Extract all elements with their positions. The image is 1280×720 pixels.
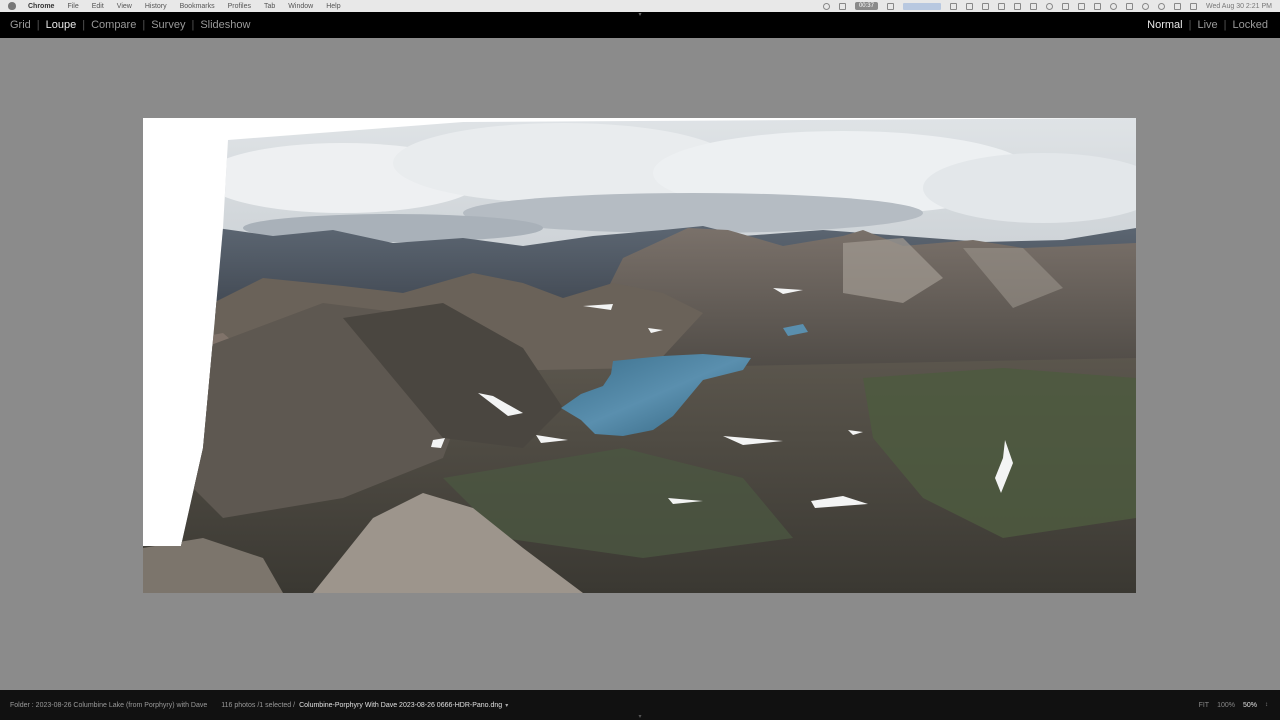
menubar-item-profiles[interactable]: Profiles xyxy=(228,3,251,10)
status-icon[interactable] xyxy=(822,2,830,10)
preview-mode-selector: Normal | Live | Locked xyxy=(1147,19,1280,31)
menubar-item-file[interactable]: File xyxy=(67,3,78,10)
view-mode-selector: Grid | Loupe | Compare | Survey | Slides… xyxy=(0,19,250,31)
divider: | xyxy=(82,19,86,31)
menubar-item-window[interactable]: Window xyxy=(288,3,313,10)
mode-locked[interactable]: Locked xyxy=(1233,19,1268,31)
divider: | xyxy=(191,19,195,31)
status-icon[interactable] xyxy=(1061,2,1069,10)
wifi-icon[interactable] xyxy=(1141,2,1149,10)
status-icon[interactable] xyxy=(1029,2,1037,10)
menubar-item-bookmarks[interactable]: Bookmarks xyxy=(180,3,215,10)
apple-icon[interactable] xyxy=(8,2,16,10)
panorama-image xyxy=(143,118,1136,593)
status-icon[interactable] xyxy=(886,2,894,10)
zoom-100[interactable]: 100% xyxy=(1217,702,1235,709)
status-icon[interactable] xyxy=(1093,2,1101,10)
divider: | xyxy=(142,19,146,31)
menubar-item-tab[interactable]: Tab xyxy=(264,3,275,10)
status-icon[interactable] xyxy=(997,2,1005,10)
status-icon[interactable] xyxy=(838,2,846,10)
status-icon[interactable] xyxy=(1109,2,1117,10)
zoom-fit[interactable]: FIT xyxy=(1199,702,1210,709)
control-center-icon[interactable] xyxy=(1189,2,1197,10)
view-grid[interactable]: Grid xyxy=(10,19,31,31)
search-icon[interactable] xyxy=(1157,2,1165,10)
menubar-right: 00:37 Wed Aug 30 2:21 PM xyxy=(822,2,1280,10)
view-compare[interactable]: Compare xyxy=(91,19,136,31)
battery-icon[interactable] xyxy=(1173,2,1181,10)
recording-timer[interactable]: 00:37 xyxy=(854,2,878,10)
menubar-datetime[interactable]: Wed Aug 30 2:21 PM xyxy=(1206,3,1272,10)
status-icon[interactable] xyxy=(981,2,989,10)
view-toolbar: ▾ Grid | Loupe | Compare | Survey | Slid… xyxy=(0,12,1280,38)
status-icon[interactable] xyxy=(1045,2,1053,10)
bluetooth-icon[interactable] xyxy=(1125,2,1133,10)
loupe-canvas[interactable] xyxy=(0,38,1280,690)
status-icon[interactable] xyxy=(949,2,957,10)
view-loupe[interactable]: Loupe xyxy=(46,19,77,31)
macos-menubar: Chrome File Edit View History Bookmarks … xyxy=(0,0,1280,12)
mode-live[interactable]: Live xyxy=(1197,19,1217,31)
photo-count: 116 photos /1 selected / xyxy=(221,701,296,709)
panel-grip-icon[interactable]: ▾ xyxy=(636,713,644,720)
status-icon[interactable] xyxy=(1077,2,1085,10)
folder-path[interactable]: Folder : 2023-08-26 Columbine Lake (from… xyxy=(10,702,207,709)
zoom-controls: FIT 100% 50% ↕ xyxy=(1199,702,1280,709)
current-filename[interactable]: Columbine-Porphyry With Dave 2023-08-26 … xyxy=(299,702,502,709)
chevron-down-icon[interactable]: ▾ xyxy=(505,702,508,709)
status-icon[interactable] xyxy=(1013,2,1021,10)
divider: | xyxy=(36,19,40,31)
panorama-photo[interactable] xyxy=(143,118,1136,593)
panel-grip-icon[interactable]: ▾ xyxy=(636,12,644,18)
zoom-current[interactable]: 50% xyxy=(1243,702,1257,709)
menubar-item-edit[interactable]: Edit xyxy=(92,3,104,10)
divider: | xyxy=(1223,19,1227,31)
menubar-item-view[interactable]: View xyxy=(117,3,132,10)
menubar-item-history[interactable]: History xyxy=(145,3,167,10)
divider: | xyxy=(1188,19,1192,31)
menubar-app-name[interactable]: Chrome xyxy=(28,3,54,10)
status-bar-widget[interactable] xyxy=(902,2,941,10)
status-icon[interactable] xyxy=(965,2,973,10)
mode-normal[interactable]: Normal xyxy=(1147,19,1182,31)
menubar-left: Chrome File Edit View History Bookmarks … xyxy=(0,2,354,10)
filmstrip-info-bar: Folder : 2023-08-26 Columbine Lake (from… xyxy=(0,690,1280,720)
view-survey[interactable]: Survey xyxy=(151,19,185,31)
zoom-stepper-icon[interactable]: ↕ xyxy=(1265,702,1268,708)
menubar-item-help[interactable]: Help xyxy=(326,3,340,10)
view-slideshow[interactable]: Slideshow xyxy=(200,19,250,31)
